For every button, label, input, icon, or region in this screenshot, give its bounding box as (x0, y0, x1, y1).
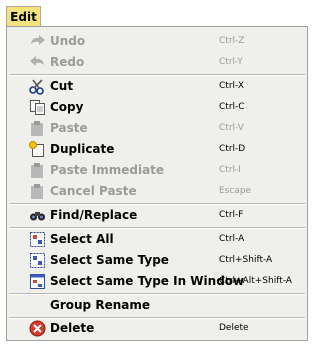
menu-item-label: Find/Replace (50, 208, 138, 222)
menu-item-duplicate[interactable]: Duplicate Ctrl-D (7, 139, 307, 160)
select-same-type-window-icon (29, 273, 46, 290)
menu-item-group-rename[interactable]: Group Rename (7, 295, 307, 316)
menu-item-label: Delete (50, 321, 95, 335)
menu-item-undo[interactable]: Undo Ctrl-Z (7, 31, 307, 52)
menu-item-shortcut: Ctrl-I (219, 165, 241, 175)
edit-menu-title[interactable]: Edit (6, 6, 41, 27)
menu-item-shortcut: Ctrl-F (219, 210, 244, 220)
menu-item-shortcut: Ctrl-A (219, 234, 245, 244)
menu-item-select-same-type[interactable]: Select Same Type Ctrl+Shift-A (7, 250, 307, 271)
menu-item-label: Cancel Paste (50, 184, 137, 198)
menu-item-cancel-paste[interactable]: Cancel Paste Escape (7, 181, 307, 202)
scissors-icon (29, 78, 46, 95)
menu-item-label: Paste (50, 121, 88, 135)
edit-menu-dropdown: Undo Ctrl-Z Redo Ctrl-Y Cut Ctrl-X Copy … (6, 26, 308, 341)
undo-icon (29, 33, 46, 50)
menu-item-shortcut: Ctrl-Y (219, 57, 243, 67)
menu-item-label: Group Rename (50, 298, 150, 312)
menu-item-label: Copy (50, 100, 84, 114)
menu-item-paste[interactable]: Paste Ctrl-V (7, 118, 307, 139)
menu-item-shortcut: Ctrl-X (219, 81, 244, 91)
clipboard-icon (29, 162, 46, 179)
menu-item-shortcut: Ctrl-Z (219, 36, 245, 46)
menu-item-shortcut: Ctrl-C (219, 102, 245, 112)
menu-item-shortcut: Delete (219, 323, 249, 333)
menu-item-label: Select Same Type In Window (50, 274, 245, 288)
menu-item-cut[interactable]: Cut Ctrl-X (7, 76, 307, 97)
menu-item-label: Undo (50, 34, 86, 48)
menu-item-label: Select Same Type (50, 253, 169, 267)
menu-item-shortcut: Ctrl-V (219, 123, 244, 133)
menu-item-shortcut: Ctrl-D (219, 144, 246, 154)
delete-icon (29, 320, 46, 337)
clipboard-icon (29, 120, 46, 137)
menu-item-copy[interactable]: Copy Ctrl-C (7, 97, 307, 118)
menu-item-shortcut: Escape (219, 186, 252, 196)
select-same-type-icon (29, 252, 46, 269)
clipboard-icon (29, 183, 46, 200)
menu-item-paste-immediate[interactable]: Paste Immediate Ctrl-I (7, 160, 307, 181)
select-all-icon (29, 231, 46, 248)
menu-item-label: Paste Immediate (50, 163, 165, 177)
menu-item-label: Select All (50, 232, 114, 246)
menu-item-redo[interactable]: Redo Ctrl-Y (7, 52, 307, 73)
menu-item-select-all[interactable]: Select All Ctrl-A (7, 229, 307, 250)
duplicate-icon (29, 141, 46, 158)
menu-item-label: Redo (50, 55, 85, 69)
menu-item-label: Cut (50, 79, 74, 93)
redo-icon (29, 54, 46, 71)
menu-item-shortcut: Ctrl+Alt+Shift-A (219, 276, 292, 286)
menu-item-find-replace[interactable]: Find/Replace Ctrl-F (7, 205, 307, 226)
binoculars-icon (29, 207, 46, 224)
menu-item-shortcut: Ctrl+Shift-A (219, 255, 273, 265)
menu-item-select-same-type-in-window[interactable]: Select Same Type In Window Ctrl+Alt+Shif… (7, 271, 307, 292)
copy-icon (29, 99, 46, 116)
menu-item-label: Duplicate (50, 142, 115, 156)
menu-item-delete[interactable]: Delete Delete (7, 318, 307, 339)
